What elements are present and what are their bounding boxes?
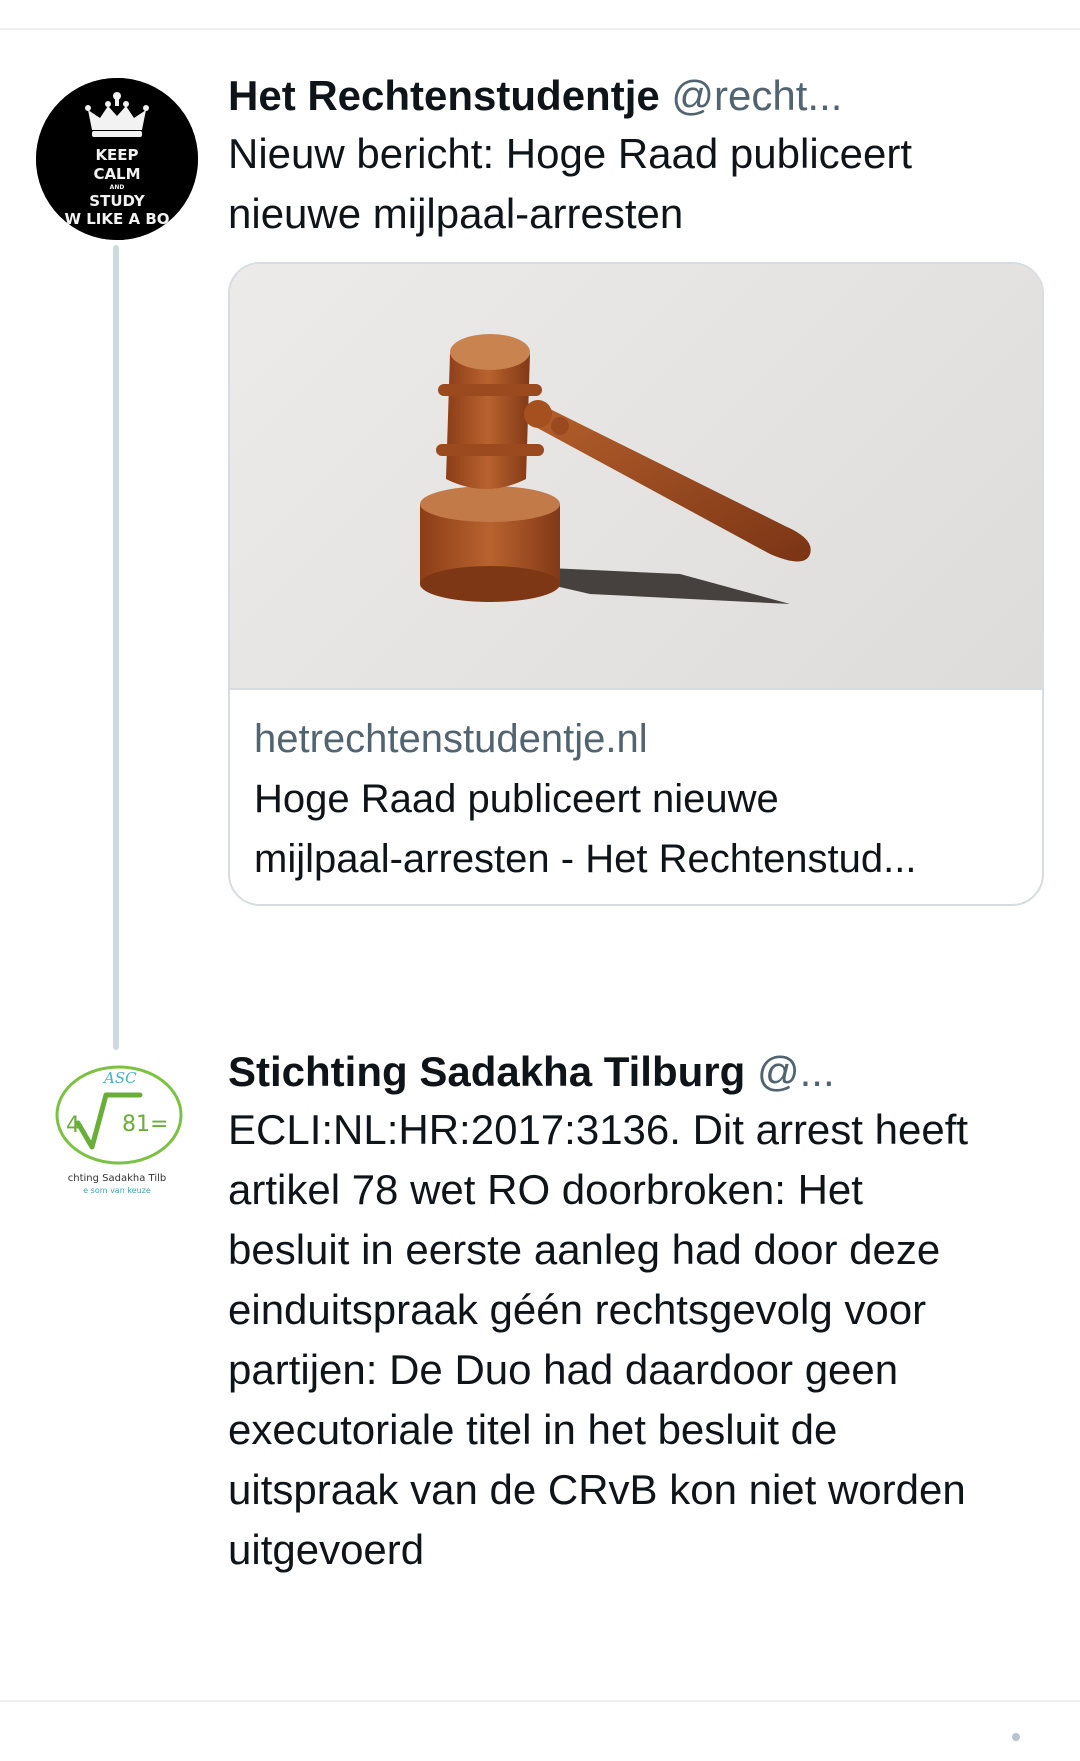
tweet1-author-handle[interactable]: @recht... bbox=[671, 72, 842, 119]
top-divider bbox=[0, 28, 1080, 30]
avatar2-text-line2: e som van keuze bbox=[83, 1186, 151, 1195]
gavel-icon bbox=[420, 334, 811, 604]
tweet2-text-line: artikel 78 wet RO doorbroken: Het bbox=[228, 1166, 863, 1213]
avatar1-text-calm: CALM bbox=[93, 165, 140, 183]
tweet2-text: ECLI:NL:HR:2017:3136. Dit arrest heeft a… bbox=[228, 1100, 968, 1580]
avatar1-text-line5: W LIKE A BO bbox=[64, 210, 169, 228]
tweet2-author-handle[interactable]: @... bbox=[757, 1048, 835, 1095]
tweet2-text-line: einduitspraak géén rechtsgevolg voor bbox=[228, 1286, 927, 1333]
avatar2-text-line1: chting Sadakha Tilb bbox=[68, 1173, 167, 1184]
avatar1-text-study: STUDY bbox=[89, 192, 146, 210]
tweet1-text-line: nieuwe mijlpaal-arresten bbox=[228, 190, 684, 237]
tweet2-text-line: uitgevoerd bbox=[228, 1526, 425, 1573]
sadakha-logo-icon: ASC 4 81= chting Sadakha Tilb e som van … bbox=[36, 1055, 198, 1217]
avatar2-text-right: 81= bbox=[122, 1112, 168, 1137]
tweet2-author-name[interactable]: Stichting Sadakha Tilburg bbox=[228, 1048, 745, 1095]
tweet2-text-line: ECLI:NL:HR:2017:3136. Dit arrest heeft bbox=[228, 1106, 969, 1153]
link-preview-card[interactable]: hetrechtenstudentje.nl Hoge Raad publice… bbox=[228, 262, 1044, 906]
card-image-gavel bbox=[230, 264, 1042, 690]
avatar1-text-keep: KEEP bbox=[95, 146, 138, 164]
tweet2-text-line: executoriale titel in het besluit de bbox=[228, 1406, 838, 1453]
scroll-indicator-dot bbox=[1012, 1733, 1020, 1741]
tweet1-text: Nieuw bericht: Hoge Raad publiceert nieu… bbox=[228, 124, 912, 244]
card-title-line: Hoge Raad publiceert nieuwe bbox=[254, 777, 779, 821]
card-domain: hetrechtenstudentje.nl bbox=[254, 717, 648, 761]
tweet2-header: Stichting Sadakha Tilburg @... bbox=[228, 1048, 835, 1096]
card-title: Hoge Raad publiceert nieuwe mijlpaal-arr… bbox=[254, 769, 1024, 889]
tweet1-header: Het Rechtenstudentje @recht... bbox=[228, 72, 842, 120]
bottom-divider bbox=[0, 1700, 1080, 1702]
avatar-het-rechtenstudentje[interactable]: KEEP CALM AND STUDY W LIKE A BO bbox=[36, 78, 198, 240]
thread-connector-line bbox=[113, 245, 119, 1050]
card-title-line: mijlpaal-arresten - Het Rechtenstud... bbox=[254, 837, 917, 881]
tweet2-text-line: besluit in eerste aanleg had door deze bbox=[228, 1226, 941, 1273]
tweet1-author-name[interactable]: Het Rechtenstudentje bbox=[228, 72, 660, 119]
avatar1-text-and: AND bbox=[110, 184, 125, 191]
avatar-stichting-sadakha[interactable]: ASC 4 81= chting Sadakha Tilb e som van … bbox=[36, 1055, 198, 1217]
tweet1-text-line: Nieuw bericht: Hoge Raad publiceert bbox=[228, 130, 913, 177]
tweet2-text-line: uitspraak van de CRvB kon niet worden bbox=[228, 1466, 966, 1513]
avatar2-text-top: ASC bbox=[102, 1069, 137, 1087]
keep-calm-crown-icon: KEEP CALM AND STUDY W LIKE A BO bbox=[36, 78, 198, 240]
tweet2-text-line: partijen: De Duo had daardoor geen bbox=[228, 1346, 899, 1393]
